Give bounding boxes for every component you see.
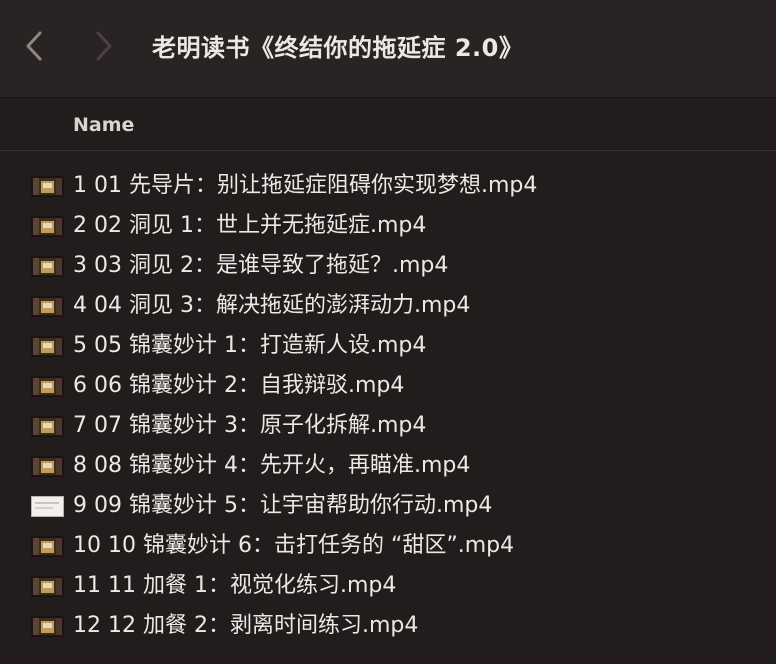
column-header-name[interactable]: Name	[73, 114, 134, 136]
file-name: 9 09 锦囊妙计 5：让宇宙帮助你行动.mp4	[73, 493, 493, 518]
list-header: Name	[0, 98, 776, 151]
video-file-icon	[31, 576, 64, 597]
list-item[interactable]: 11 11 加餐 1：视觉化练习.mp4	[0, 566, 776, 606]
file-name: 5 05 锦囊妙计 1：打造新人设.mp4	[73, 333, 427, 358]
list-item[interactable]: 5 05 锦囊妙计 1：打造新人设.mp4	[0, 326, 776, 366]
video-file-icon	[31, 256, 64, 277]
file-name: 4 04 洞见 3：解决拖延的澎湃动力.mp4	[73, 293, 471, 318]
list-item[interactable]: 2 02 洞见 1：世上并无拖延症.mp4	[0, 206, 776, 246]
video-file-icon	[31, 376, 64, 397]
file-name: 11 11 加餐 1：视觉化练习.mp4	[73, 573, 397, 598]
forward-button[interactable]	[84, 26, 124, 66]
window-toolbar: 老明读书《终结你的拖延症 2.0》	[0, 0, 776, 98]
video-file-icon	[31, 216, 64, 237]
list-item[interactable]: 4 04 洞见 3：解决拖延的澎湃动力.mp4	[0, 286, 776, 326]
file-name: 2 02 洞见 1：世上并无拖延症.mp4	[73, 213, 427, 238]
chevron-right-icon	[96, 31, 112, 61]
video-file-icon	[31, 336, 64, 357]
list-item[interactable]: 9 09 锦囊妙计 5：让宇宙帮助你行动.mp4	[0, 486, 776, 526]
video-file-icon	[31, 536, 64, 557]
file-name: 10 10 锦囊妙计 6：击打任务的 “甜区”.mp4	[73, 533, 515, 558]
video-file-icon	[31, 416, 64, 437]
file-name: 8 08 锦囊妙计 4：先开火，再瞄准.mp4	[73, 453, 471, 478]
video-file-icon	[31, 456, 64, 477]
list-item[interactable]: 7 07 锦囊妙计 3：原子化拆解.mp4	[0, 406, 776, 446]
video-file-icon	[31, 176, 64, 197]
file-name: 3 03 洞见 2：是谁导致了拖延？.mp4	[73, 253, 449, 278]
list-item[interactable]: 3 03 洞见 2：是谁导致了拖延？.mp4	[0, 246, 776, 286]
video-file-icon	[31, 296, 64, 317]
chevron-left-icon	[26, 31, 42, 61]
file-name: 1 01 先导片：别让拖延症阻碍你实现梦想.mp4	[73, 173, 538, 198]
list-item[interactable]: 10 10 锦囊妙计 6：击打任务的 “甜区”.mp4	[0, 526, 776, 566]
list-item[interactable]: 8 08 锦囊妙计 4：先开火，再瞄准.mp4	[0, 446, 776, 486]
list-item[interactable]: 1 01 先导片：别让拖延症阻碍你实现梦想.mp4	[0, 166, 776, 206]
list-item[interactable]: 12 12 加餐 2：剥离时间练习.mp4	[0, 606, 776, 646]
file-list: 1 01 先导片：别让拖延症阻碍你实现梦想.mp4 2 02 洞见 1：世上并无拖…	[0, 166, 776, 646]
video-file-icon	[31, 616, 64, 637]
file-name: 7 07 锦囊妙计 3：原子化拆解.mp4	[73, 413, 427, 438]
back-button[interactable]	[14, 26, 54, 66]
video-file-icon	[31, 496, 64, 517]
list-item[interactable]: 6 06 锦囊妙计 2：自我辩驳.mp4	[0, 366, 776, 406]
window-title: 老明读书《终结你的拖延症 2.0》	[152, 34, 524, 62]
file-name: 6 06 锦囊妙计 2：自我辩驳.mp4	[73, 373, 405, 398]
file-name: 12 12 加餐 2：剥离时间练习.mp4	[73, 613, 419, 638]
